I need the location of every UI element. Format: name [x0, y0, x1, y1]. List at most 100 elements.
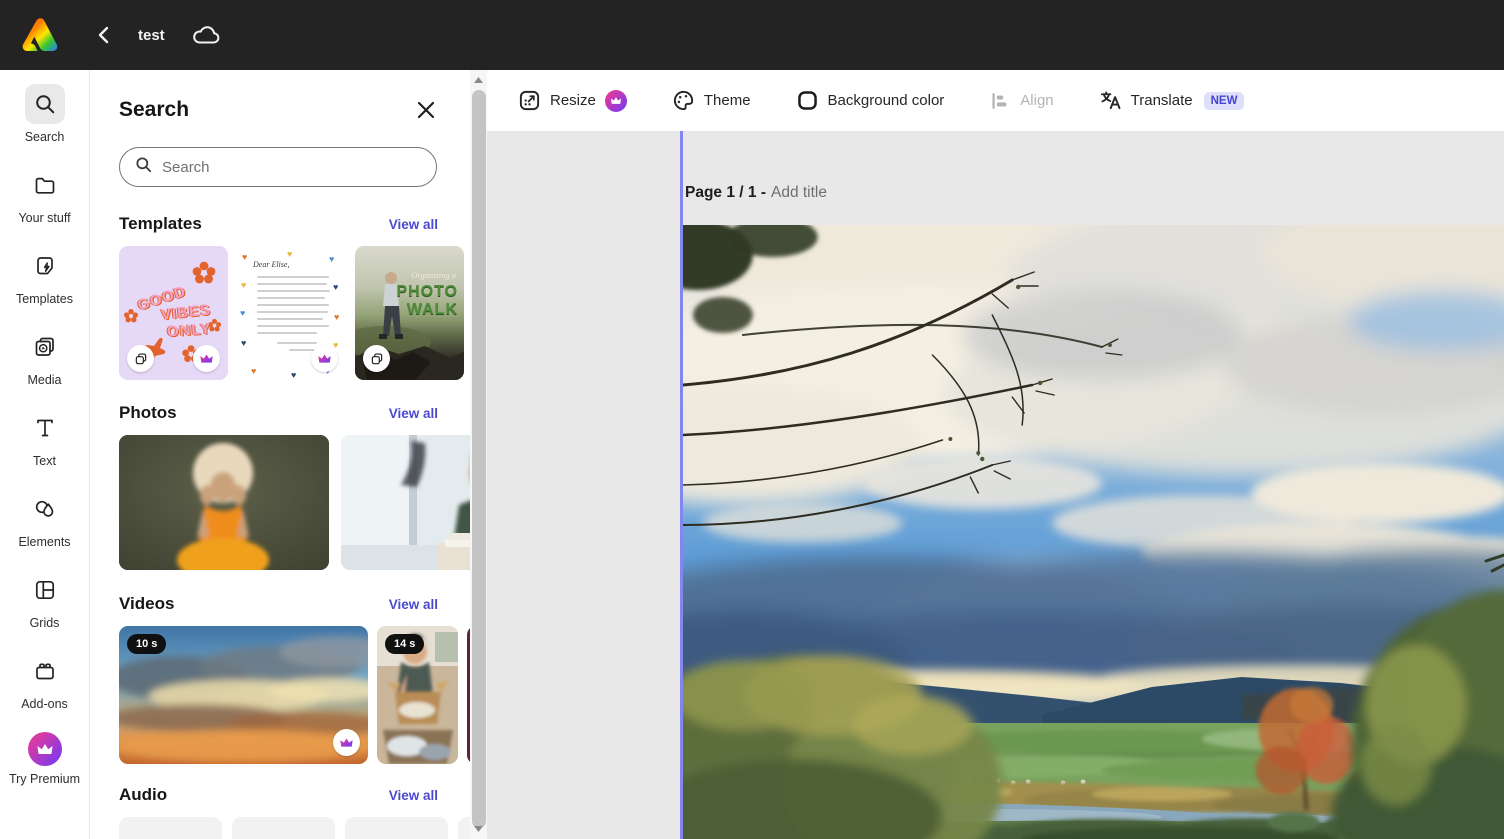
add-title-placeholder[interactable]: Add title: [771, 184, 827, 201]
section-title-audio: Audio: [119, 785, 167, 805]
duplicate-badge[interactable]: [127, 345, 154, 372]
premium-crown-icon: [28, 732, 62, 766]
template-text: WALK: [407, 302, 458, 318]
sidebar-item-text[interactable]: Text: [0, 408, 90, 476]
folder-icon: [33, 173, 57, 197]
sidebar-label-search: Search: [2, 129, 88, 146]
align-label: Align: [1020, 92, 1053, 109]
sidebar-item-search[interactable]: Search: [0, 84, 90, 152]
new-badge: NEW: [1204, 92, 1245, 110]
translate-label: Translate: [1131, 92, 1193, 109]
search-icon: [33, 92, 57, 116]
template-card-photo-walk[interactable]: Organizing a PHOTO WALK: [355, 246, 464, 380]
sidebar-item-grids[interactable]: Grids: [0, 570, 90, 638]
view-all-templates-link[interactable]: View all: [389, 217, 438, 232]
photo-thumbnail-woman[interactable]: [119, 435, 329, 570]
media-icon: [33, 335, 57, 359]
search-input[interactable]: [162, 159, 424, 176]
close-icon[interactable]: [412, 96, 440, 124]
sidebar-item-templates[interactable]: Templates: [0, 246, 90, 314]
section-title-videos: Videos: [119, 594, 174, 614]
sidebar-label-your-stuff: Your stuff: [2, 210, 88, 227]
translate-button[interactable]: Translate NEW: [1099, 89, 1245, 112]
template-card-good-vibes[interactable]: GOOD VIBES ONLY: [119, 246, 228, 380]
design-canvas[interactable]: Page 1 / 1 -Add title: [487, 131, 1504, 839]
templates-row: GOOD VIBES ONLY ♥ ♥ ♥ ♥ ♥ ♥ ♥ ♥ ♥ ♥: [119, 246, 470, 380]
template-text: ONLY: [166, 320, 211, 340]
add-ons-icon: [33, 659, 57, 683]
background-color-label: Background color: [828, 92, 945, 109]
align-button[interactable]: Align: [989, 90, 1053, 112]
letter-salutation: Dear Elise,: [253, 260, 289, 269]
resize-icon: [518, 89, 541, 112]
context-toolbar: Resize Theme Background color Align Tran…: [487, 70, 1504, 131]
grids-icon: [33, 578, 57, 602]
top-bar: test: [0, 0, 1504, 70]
translate-icon: [1099, 89, 1122, 112]
search-input-box[interactable]: [119, 147, 437, 187]
view-all-audio-link[interactable]: View all: [389, 788, 438, 803]
resize-button[interactable]: Resize: [518, 89, 627, 112]
template-text: PHOTO: [396, 284, 458, 300]
video-thumbnail-packing-box[interactable]: 14 s: [377, 626, 458, 764]
editor-main: Resize Theme Background color Align Tran…: [487, 70, 1504, 839]
audio-card[interactable]: [345, 817, 448, 839]
text-icon: [33, 416, 57, 440]
audio-card[interactable]: [119, 817, 222, 839]
sidebar-item-add-ons[interactable]: Add-ons: [0, 651, 90, 719]
theme-button[interactable]: Theme: [672, 89, 751, 112]
sidebar-item-try-premium[interactable]: Try Premium: [0, 732, 90, 800]
section-title-photos: Photos: [119, 403, 177, 423]
background-color-button[interactable]: Background color: [796, 89, 945, 112]
audio-card[interactable]: [232, 817, 335, 839]
sidebar-item-elements[interactable]: Elements: [0, 489, 90, 557]
scrollbar-down-arrow[interactable]: [470, 821, 487, 837]
cloud-sync-icon[interactable]: [189, 20, 223, 50]
crown-icon: [317, 352, 332, 365]
sidebar-label-try-premium: Try Premium: [2, 771, 88, 788]
audio-row: [119, 817, 470, 839]
crown-icon: [339, 736, 354, 749]
theme-palette-icon: [672, 89, 695, 112]
sidebar-label-text: Text: [2, 453, 88, 470]
sidebar-label-templates: Templates: [2, 291, 88, 308]
video-duration-badge: 10 s: [127, 634, 166, 654]
back-button[interactable]: [90, 21, 118, 49]
videos-row: 10 s: [119, 626, 470, 764]
premium-crown-icon: [605, 90, 627, 112]
premium-badge: [311, 345, 338, 372]
premium-badge: [193, 345, 220, 372]
section-title-templates: Templates: [119, 214, 202, 234]
adobe-express-logo-icon[interactable]: [18, 13, 62, 57]
copy-icon: [370, 352, 384, 366]
template-card-letter[interactable]: ♥ ♥ ♥ ♥ ♥ ♥ ♥ ♥ ♥ ♥ ♥ ♥ Dear Elise,: [237, 246, 346, 380]
left-sidebar: Search Your stuff Templates Media Text E…: [0, 70, 90, 839]
audio-card[interactable]: [458, 817, 470, 839]
scrollbar-up-arrow[interactable]: [470, 72, 487, 88]
view-all-photos-link[interactable]: View all: [389, 406, 438, 421]
page-label[interactable]: Page 1 / 1 -Add title: [685, 184, 827, 202]
canvas-photo-landscape[interactable]: [683, 225, 1504, 839]
duplicate-badge[interactable]: [363, 345, 390, 372]
view-all-videos-link[interactable]: View all: [389, 597, 438, 612]
panel-scrollbar[interactable]: [470, 70, 487, 839]
sidebar-item-your-stuff[interactable]: Your stuff: [0, 165, 90, 233]
photo-thumbnail-man-desk[interactable]: [341, 435, 470, 570]
sidebar-label-elements: Elements: [2, 534, 88, 551]
crown-icon: [199, 352, 214, 365]
align-icon: [989, 90, 1011, 112]
document-title[interactable]: test: [138, 27, 165, 44]
template-icon: [33, 254, 57, 278]
scrollbar-thumb[interactable]: [472, 90, 486, 828]
sidebar-label-grids: Grids: [2, 615, 88, 632]
resize-label: Resize: [550, 92, 596, 109]
sidebar-label-media: Media: [2, 372, 88, 389]
search-icon: [134, 155, 153, 179]
video-duration-badge: 14 s: [385, 634, 424, 654]
theme-label: Theme: [704, 92, 751, 109]
copy-icon: [134, 352, 148, 366]
video-thumbnail-sunset-sky[interactable]: 10 s: [119, 626, 368, 764]
search-panel: Search Templates View all GOOD VIBES ONL…: [90, 70, 470, 839]
sidebar-item-media[interactable]: Media: [0, 327, 90, 395]
sidebar-label-add-ons: Add-ons: [2, 696, 88, 713]
